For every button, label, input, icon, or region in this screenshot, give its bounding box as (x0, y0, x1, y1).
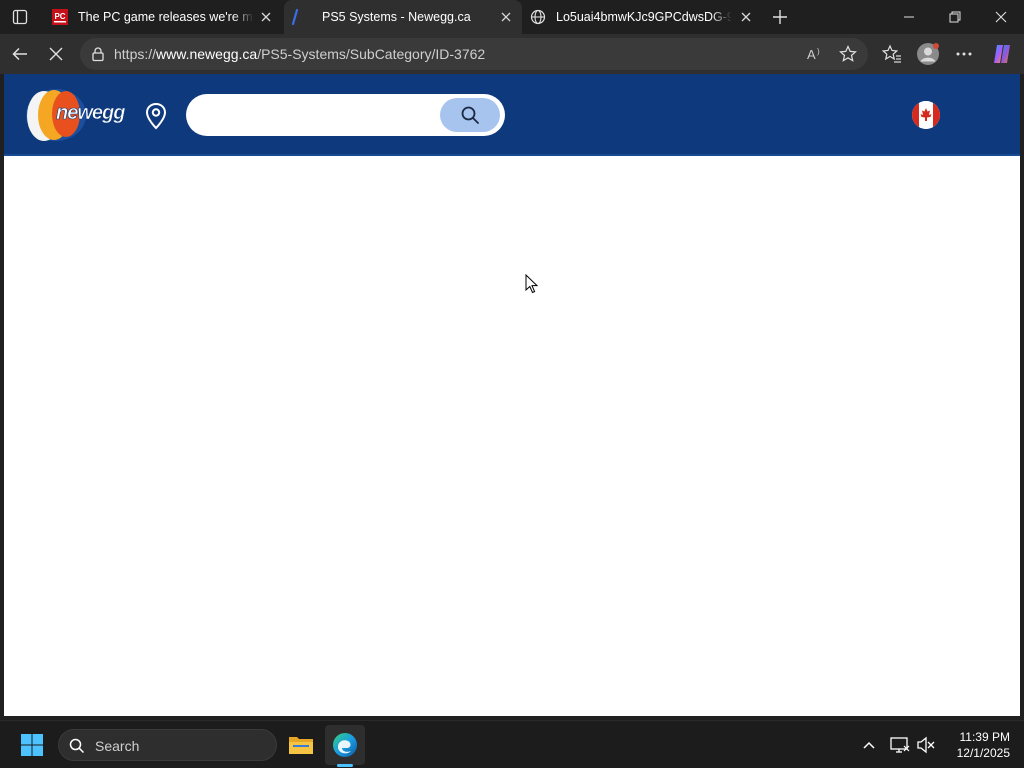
star-icon (839, 45, 857, 62)
windows-taskbar: Search 11:39 PM 12/1/2025 (0, 720, 1024, 768)
tab-actions-button[interactable] (8, 5, 32, 29)
browser-toolbar: https://www.newegg.ca/PS5-Systems/SubCat… (0, 34, 1024, 74)
edge-browser-icon (333, 733, 357, 757)
tab-title: Lo5uai4bmwKJc9GPCdwsDG-970- (556, 10, 732, 24)
browser-tab-3[interactable]: Lo5uai4bmwKJc9GPCdwsDG-970- (524, 0, 762, 34)
speaker-muted-icon (917, 736, 935, 754)
tab-title: PS5 Systems - Newegg.ca (322, 10, 471, 24)
url-domain: www.newegg.ca (156, 46, 258, 62)
copilot-icon (994, 45, 1010, 63)
newegg-header: newegg (4, 74, 1020, 156)
read-aloud-button[interactable]: A) (806, 44, 826, 64)
search-icon (69, 738, 85, 754)
newegg-logo[interactable]: newegg (22, 86, 134, 142)
browser-titlebar: PC The PC game releases we're most PS5 S… (0, 0, 1024, 34)
chevron-up-icon (863, 741, 875, 749)
show-hidden-icons-button[interactable] (857, 733, 881, 757)
search-button[interactable] (440, 98, 500, 132)
start-button[interactable] (12, 725, 52, 765)
canada-flag-icon[interactable] (912, 101, 940, 129)
url-text: https://www.newegg.ca/PS5-Systems/SubCat… (114, 46, 485, 62)
page-viewport[interactable]: newegg (4, 74, 1020, 716)
svg-text:A: A (807, 47, 816, 62)
url-scheme: https:// (114, 46, 157, 62)
network-status-button[interactable] (888, 733, 912, 757)
site-info-lock-icon (92, 47, 104, 62)
mouse-cursor-icon (525, 273, 539, 294)
taskbar-search-label: Search (95, 738, 140, 754)
minimize-button[interactable] (886, 0, 932, 34)
browser-tab-1[interactable]: PC The PC game releases we're most (44, 0, 282, 34)
windows-logo-icon (21, 734, 43, 756)
avatar-icon (917, 43, 939, 65)
globe-icon (530, 9, 546, 25)
clock-date: 12/1/2025 (956, 746, 1010, 760)
url-path: /PS5-Systems/SubCategory/ID-3762 (257, 46, 486, 62)
folder-icon (289, 737, 313, 754)
settings-more-button[interactable] (952, 42, 976, 66)
profile-button[interactable] (916, 42, 940, 66)
restore-button[interactable] (932, 0, 978, 34)
file-explorer-button[interactable] (281, 725, 321, 765)
newegg-favicon-icon (288, 9, 304, 25)
copilot-button[interactable] (990, 42, 1014, 66)
svg-text:newegg: newegg (56, 102, 125, 124)
read-aloud-icon: A) (807, 47, 820, 62)
network-monitor-icon (890, 737, 910, 753)
taskbar-search[interactable]: Search (58, 729, 277, 761)
close-icon (49, 47, 63, 61)
edge-taskbar-button[interactable] (325, 725, 365, 765)
favorite-button[interactable] (838, 44, 858, 64)
back-button[interactable] (8, 42, 32, 66)
favorites-button[interactable] (880, 42, 904, 66)
arrow-left-icon (12, 47, 27, 61)
search-input[interactable] (200, 102, 440, 128)
tab-close-icon[interactable] (258, 9, 274, 25)
address-bar[interactable]: https://www.newegg.ca/PS5-Systems/SubCat… (80, 38, 868, 70)
tab-close-icon[interactable] (738, 9, 754, 25)
new-tab-button[interactable] (768, 5, 792, 29)
search-icon (461, 106, 479, 124)
taskbar-clock[interactable]: 11:39 PM 12/1/2025 (944, 729, 1010, 761)
location-pin-icon[interactable] (145, 102, 167, 130)
close-icon (995, 11, 1007, 23)
newegg-search-box (186, 94, 505, 136)
close-window-button[interactable] (978, 0, 1024, 34)
tab-close-icon[interactable] (498, 9, 514, 25)
more-dots-icon (956, 52, 972, 56)
volume-button[interactable] (914, 733, 938, 757)
tab-title: The PC game releases we're most (78, 10, 254, 24)
favorites-star-list-icon (882, 44, 901, 63)
clock-time: 11:39 PM (959, 730, 1010, 744)
svg-text:PC: PC (54, 12, 65, 21)
plus-icon (773, 10, 787, 24)
svg-text:): ) (817, 47, 820, 56)
tab-actions-icon (12, 9, 28, 25)
restore-icon (949, 11, 961, 23)
stop-loading-button[interactable] (44, 42, 68, 66)
browser-tab-2-active[interactable]: PS5 Systems - Newegg.ca (284, 0, 522, 34)
minimize-icon (904, 16, 914, 18)
active-app-indicator (337, 764, 353, 767)
pc-gamer-favicon-icon: PC (52, 9, 68, 25)
